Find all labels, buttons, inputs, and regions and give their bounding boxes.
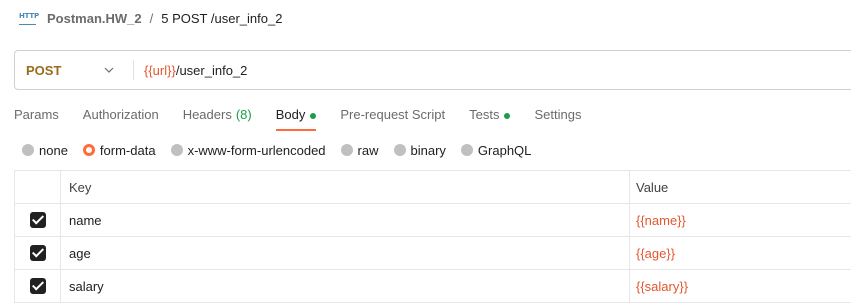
body-type-selector: none form-data x-www-form-urlencoded raw… bbox=[22, 141, 546, 159]
tab-settings[interactable]: Settings bbox=[534, 105, 581, 131]
radio-button-selected[interactable] bbox=[82, 144, 95, 156]
request-url-bar: POST {{url}}/user_info_2 bbox=[14, 50, 851, 90]
url-path: /user_info_2 bbox=[175, 62, 248, 78]
method-label: POST bbox=[26, 62, 62, 78]
request-tabs: Params Authorization Headers (8) Body Pre… bbox=[14, 105, 605, 131]
column-header-value: Value bbox=[636, 179, 669, 195]
radio-form-data[interactable]: form-data bbox=[82, 143, 156, 158]
breadcrumb-collection[interactable]: Postman.HW_2 bbox=[47, 11, 142, 26]
tests-indicator-dot bbox=[504, 113, 511, 119]
url-divider bbox=[133, 60, 134, 80]
url-input[interactable]: {{url}}/user_info_2 bbox=[144, 63, 247, 78]
key-cell[interactable]: salary bbox=[61, 270, 630, 302]
value-cell[interactable]: {{age}} bbox=[630, 237, 851, 269]
column-header-key: Key bbox=[61, 171, 630, 203]
breadcrumb: HTTP Postman.HW_2 / 5 POST /user_info_2 bbox=[19, 9, 282, 27]
radio-graphql[interactable]: GraphQL bbox=[460, 143, 531, 158]
value-cell[interactable]: {{salary}} bbox=[630, 270, 851, 302]
method-dropdown[interactable]: POST bbox=[15, 63, 133, 78]
table-row: name {{name}} bbox=[15, 204, 851, 237]
breadcrumb-request-name[interactable]: 5 POST /user_info_2 bbox=[161, 11, 282, 26]
headers-count: (8) bbox=[235, 107, 252, 122]
chevron-down-icon bbox=[104, 67, 114, 73]
http-request-icon: HTTP bbox=[19, 11, 39, 26]
tab-tests[interactable]: Tests bbox=[469, 105, 511, 131]
tab-pre-request-script[interactable]: Pre-request Script bbox=[340, 105, 445, 131]
row-checkbox[interactable] bbox=[29, 278, 46, 294]
tab-body[interactable]: Body bbox=[275, 105, 317, 131]
table-header-row: Key Value bbox=[15, 171, 851, 204]
row-checkbox[interactable] bbox=[29, 245, 46, 261]
row-checkbox[interactable] bbox=[29, 212, 46, 228]
table-row: age {{age}} bbox=[15, 237, 851, 270]
radio-binary[interactable]: binary bbox=[393, 143, 446, 158]
radio-button[interactable] bbox=[393, 144, 406, 156]
key-cell[interactable]: age bbox=[61, 237, 630, 269]
radio-button[interactable] bbox=[460, 144, 473, 156]
tab-headers[interactable]: Headers (8) bbox=[183, 105, 252, 131]
header-check-cell bbox=[15, 171, 61, 203]
url-variable: {{url}} bbox=[144, 62, 176, 78]
breadcrumb-separator: / bbox=[149, 10, 154, 26]
radio-x-www-form-urlencoded[interactable]: x-www-form-urlencoded bbox=[170, 143, 326, 158]
radio-button[interactable] bbox=[170, 144, 183, 156]
table-row: salary {{salary}} bbox=[15, 270, 851, 303]
body-indicator-dot bbox=[310, 113, 317, 119]
radio-button[interactable] bbox=[340, 144, 353, 156]
radio-none[interactable]: none bbox=[22, 143, 68, 158]
value-cell[interactable]: {{name}} bbox=[630, 204, 851, 236]
form-data-table: Key Value name {{name}} age {{age}} sala… bbox=[14, 170, 851, 303]
tab-authorization[interactable]: Authorization bbox=[83, 105, 159, 131]
radio-button[interactable] bbox=[22, 144, 34, 156]
tab-params[interactable]: Params bbox=[14, 105, 59, 131]
key-cell[interactable]: name bbox=[61, 204, 630, 236]
radio-raw[interactable]: raw bbox=[340, 143, 379, 158]
